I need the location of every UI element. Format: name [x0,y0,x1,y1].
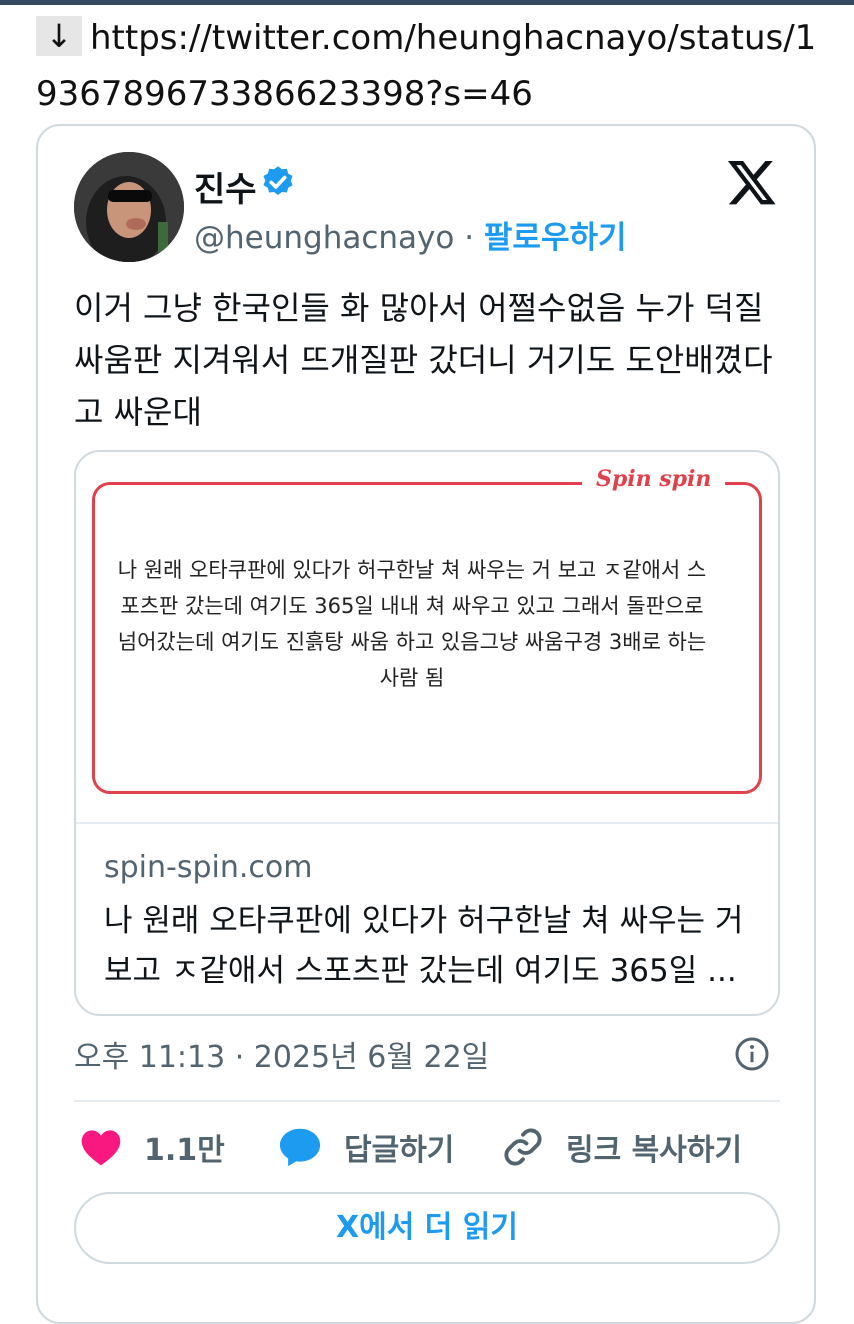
spin-spin-logo: Spin spin [582,466,726,492]
reply-label: 답글하기 [344,1133,455,1168]
tweet-text: 이거 그냥 한국인들 화 많아서 어쩔수없음 누가 덕질 싸움판 지겨워서 뜨개… [74,289,773,431]
link-preview-image[interactable]: Spin spin 나 원래 오타쿠판에 있다가 허구한날 쳐 싸우는 거 보고… [76,452,778,822]
display-name[interactable]: 진수 [194,162,257,211]
avatar[interactable] [74,152,184,262]
handle-separator: · [454,220,484,256]
link-description: 나 원래 오타쿠판에 있다가 허구한날 쳐 싸우는 거 보고 ㅈ같애서 스포츠판… [104,903,744,989]
down-arrow-icon: ↓ [36,16,82,56]
like-button[interactable]: 1.1만 [80,1122,225,1172]
x-logo-icon[interactable] [726,156,778,208]
copy-link-label: 링크 복사하기 [566,1133,743,1168]
top-accent-bar [0,0,854,5]
follow-button[interactable]: 팔로우하기 [484,220,627,256]
action-bar: 1.1만 답글하기 링크 복사하기 [74,1122,780,1172]
link-card-divider [76,822,778,824]
shared-url[interactable]: ↓ https://twitter.com/heunghacnayo/status… [36,10,826,122]
heart-icon [81,1130,121,1166]
preview-quote-text: 나 원래 오타쿠판에 있다가 허구한날 쳐 싸우는 거 보고 ㅈ같애서 스포츠판… [117,558,707,690]
verified-badge-icon [263,166,293,196]
user-handle[interactable]: @heunghacnayo [194,220,454,256]
reply-bubble-icon [279,1128,321,1167]
copy-link-button[interactable]: 링크 복사하기 [502,1122,742,1172]
link-icon [504,1128,542,1166]
link-preview-card[interactable]: Spin spin 나 원래 오타쿠판에 있다가 허구한날 쳐 싸우는 거 보고… [74,450,780,1016]
reply-button[interactable]: 답글하기 [278,1122,454,1172]
read-more-on-x-button[interactable]: X에서 더 읽기 [74,1192,780,1264]
info-icon[interactable] [734,1036,770,1072]
tweet-timestamp[interactable]: 오후 11:13 · 2025년 6월 22일 [74,1032,489,1076]
actions-divider [74,1100,780,1102]
like-count: 1.1만 [144,1133,225,1168]
handle-line: @heunghacnayo · 팔로우하기 [194,212,627,257]
url-text[interactable]: https://twitter.com/heunghacnayo/status/… [36,18,816,114]
link-domain: spin-spin.com [104,850,313,885]
tweet-embed-card: 진수 @heunghacnayo · 팔로우하기 이거 그냥 한국인들 화 많아… [36,124,816,1324]
